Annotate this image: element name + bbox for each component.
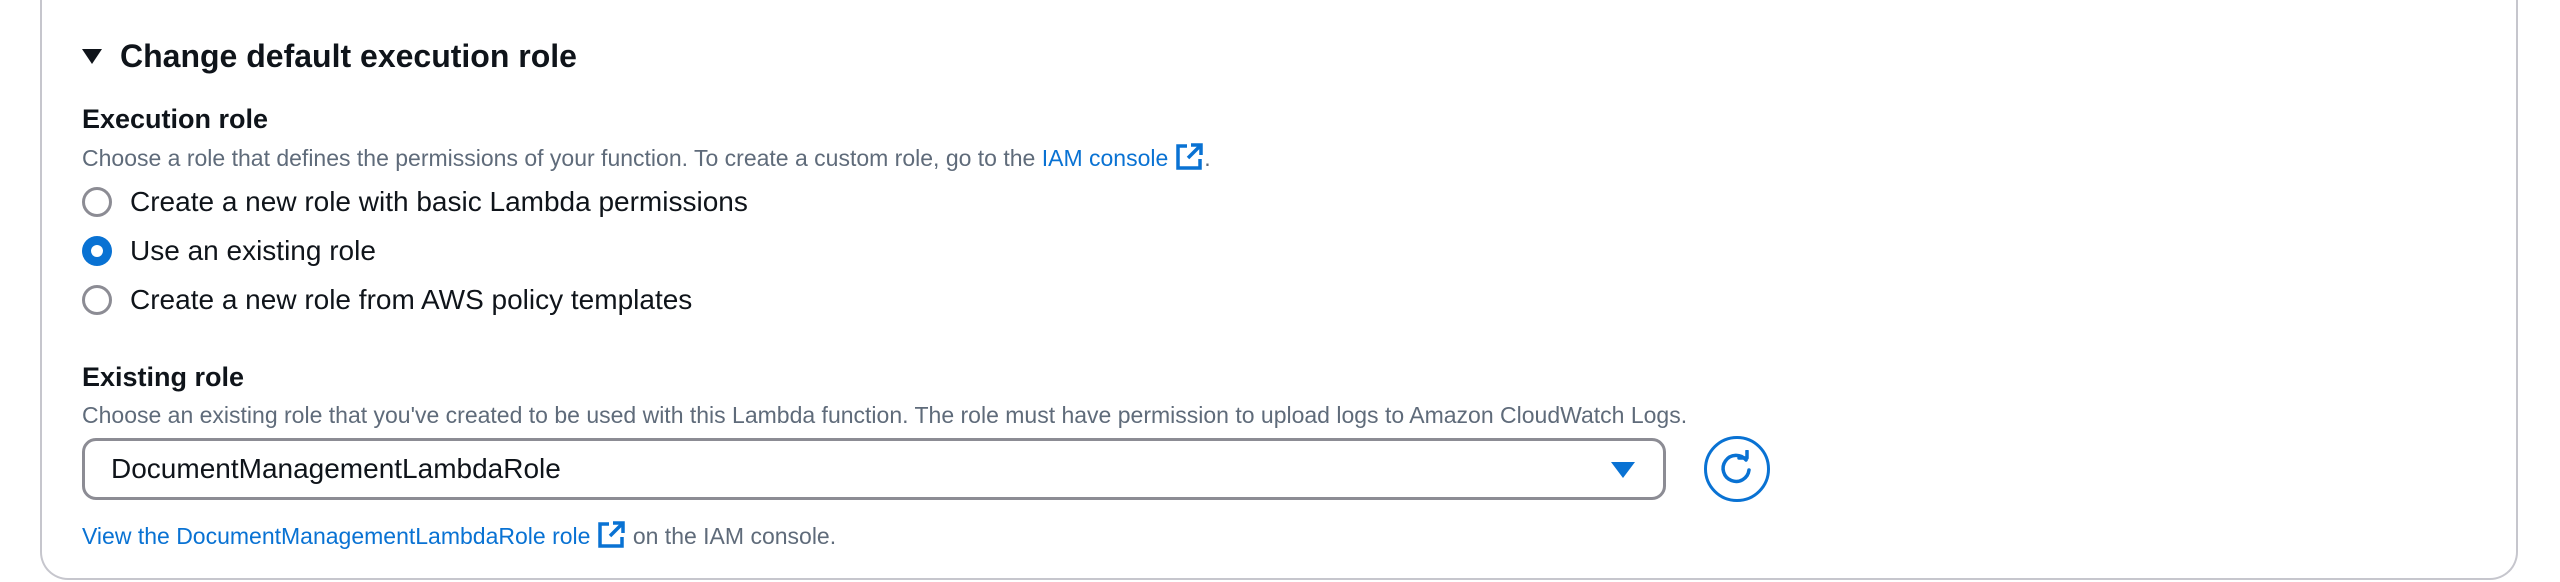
external-link-icon [598, 521, 626, 548]
caret-down-icon [1611, 462, 1635, 478]
radio-button-selected[interactable] [82, 236, 112, 266]
external-link-icon [1176, 143, 1204, 170]
iam-console-link-text: IAM console [1041, 145, 1169, 171]
existing-role-label: Existing role [82, 362, 245, 392]
view-role-link-text: View the DocumentManagementLambdaRole ro… [82, 523, 591, 549]
caret-down-icon [82, 48, 102, 64]
radio-button[interactable] [82, 285, 112, 315]
radio-option-label: Create a new role with basic Lambda perm… [130, 186, 748, 217]
radio-option-label: Use an existing role [130, 235, 376, 266]
radio-option-policy-templates-role[interactable]: Create a new role from AWS policy templa… [82, 282, 692, 318]
section-title: Change default execution role [120, 37, 577, 74]
radio-button[interactable] [82, 187, 112, 217]
iam-console-link[interactable]: IAM console [1041, 143, 1205, 171]
execution-role-description-suffix: . [1204, 145, 1211, 171]
radio-option-label: Create a new role from AWS policy templa… [130, 284, 693, 315]
existing-role-description: Choose an existing role that you've crea… [82, 402, 1688, 428]
execution-role-description-text: Choose a role that defines the permissio… [82, 145, 1042, 171]
section-toggle-change-default-execution-role[interactable]: Change default execution role [82, 34, 577, 78]
radio-option-basic-lambda-role[interactable]: Create a new role with basic Lambda perm… [82, 184, 748, 220]
execution-role-description: Choose a role that defines the permissio… [82, 142, 1211, 172]
view-role-line: View the DocumentManagementLambdaRole ro… [82, 520, 836, 550]
refresh-icon [1721, 450, 1751, 484]
radio-option-existing-role[interactable]: Use an existing role [82, 233, 376, 269]
refresh-roles-button[interactable] [1704, 436, 1770, 502]
existing-role-select[interactable]: DocumentManagementLambdaRole [82, 438, 1666, 500]
view-role-link[interactable]: View the DocumentManagementLambdaRole ro… [82, 521, 626, 549]
view-role-suffix: on the IAM console. [632, 523, 837, 549]
execution-role-label: Execution role [82, 104, 269, 134]
existing-role-selected-value: DocumentManagementLambdaRole [111, 453, 561, 484]
